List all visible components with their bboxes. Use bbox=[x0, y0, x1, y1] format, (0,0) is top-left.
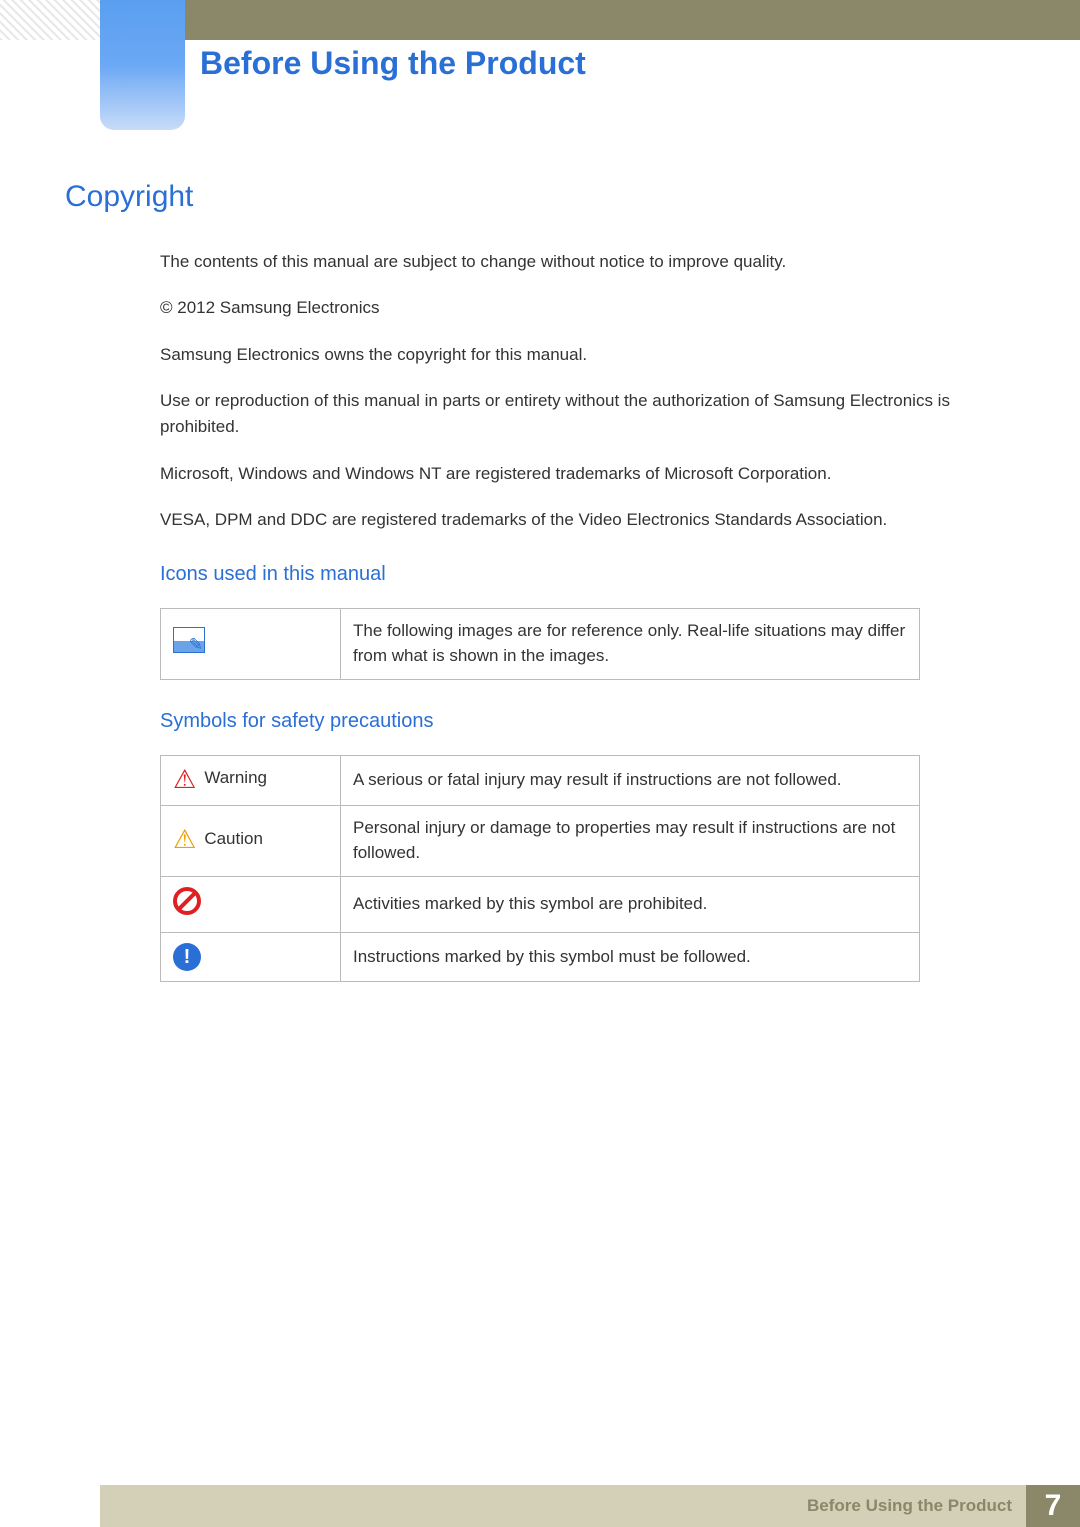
prohibit-icon bbox=[173, 887, 201, 915]
table-row: The following images are for reference o… bbox=[161, 609, 920, 679]
table-row: ⚠ Warning A serious or fatal injury may … bbox=[161, 755, 920, 806]
table-row: ⚠ Caution Personal injury or damage to p… bbox=[161, 806, 920, 876]
page-number: 7 bbox=[1026, 1485, 1080, 1527]
paragraph: VESA, DPM and DDC are registered tradema… bbox=[160, 507, 995, 533]
paragraph: The contents of this manual are subject … bbox=[160, 249, 995, 275]
footer-chapter-title: Before Using the Product bbox=[807, 1496, 1012, 1516]
icon-cell: ! bbox=[161, 933, 341, 982]
icon-cell bbox=[161, 876, 341, 933]
caution-icon: ⚠ bbox=[173, 826, 196, 852]
table-row: Activities marked by this symbol are pro… bbox=[161, 876, 920, 933]
table-row: ! Instructions marked by this symbol mus… bbox=[161, 933, 920, 982]
paragraph: Use or reproduction of this manual in pa… bbox=[160, 388, 995, 441]
section-title-copyright: Copyright bbox=[65, 180, 1015, 214]
icon-description: Instructions marked by this symbol must … bbox=[341, 933, 920, 982]
chapter-tab bbox=[100, 0, 185, 130]
note-icon bbox=[173, 627, 205, 653]
safety-table: ⚠ Warning A serious or fatal injury may … bbox=[160, 755, 920, 983]
top-header-bar bbox=[100, 0, 1080, 40]
copyright-body: The contents of this manual are subject … bbox=[160, 249, 995, 533]
icon-description: A serious or fatal injury may result if … bbox=[341, 755, 920, 806]
info-icon: ! bbox=[173, 943, 201, 971]
icons-table: The following images are for reference o… bbox=[160, 608, 920, 679]
icon-cell: ⚠ Caution bbox=[161, 806, 341, 876]
icon-cell: ⚠ Warning bbox=[161, 755, 341, 806]
paragraph: Samsung Electronics owns the copyright f… bbox=[160, 342, 995, 368]
subsection-title-icons: Icons used in this manual bbox=[160, 563, 1015, 586]
page-content: Copyright The contents of this manual ar… bbox=[65, 180, 1015, 982]
paragraph: © 2012 Samsung Electronics bbox=[160, 295, 995, 321]
paragraph: Microsoft, Windows and Windows NT are re… bbox=[160, 461, 995, 487]
icon-label: Caution bbox=[204, 827, 263, 852]
warning-icon: ⚠ bbox=[173, 766, 196, 792]
decorative-stripes bbox=[0, 0, 100, 40]
subsection-title-safety: Symbols for safety precautions bbox=[160, 710, 1015, 733]
footer-bar: Before Using the Product 7 bbox=[100, 1485, 1080, 1527]
chapter-title: Before Using the Product bbox=[200, 45, 586, 82]
icon-description: Activities marked by this symbol are pro… bbox=[341, 876, 920, 933]
icon-description: Personal injury or damage to properties … bbox=[341, 806, 920, 876]
icon-label: Warning bbox=[204, 766, 267, 791]
icon-cell bbox=[161, 609, 341, 679]
icon-description: The following images are for reference o… bbox=[341, 609, 920, 679]
